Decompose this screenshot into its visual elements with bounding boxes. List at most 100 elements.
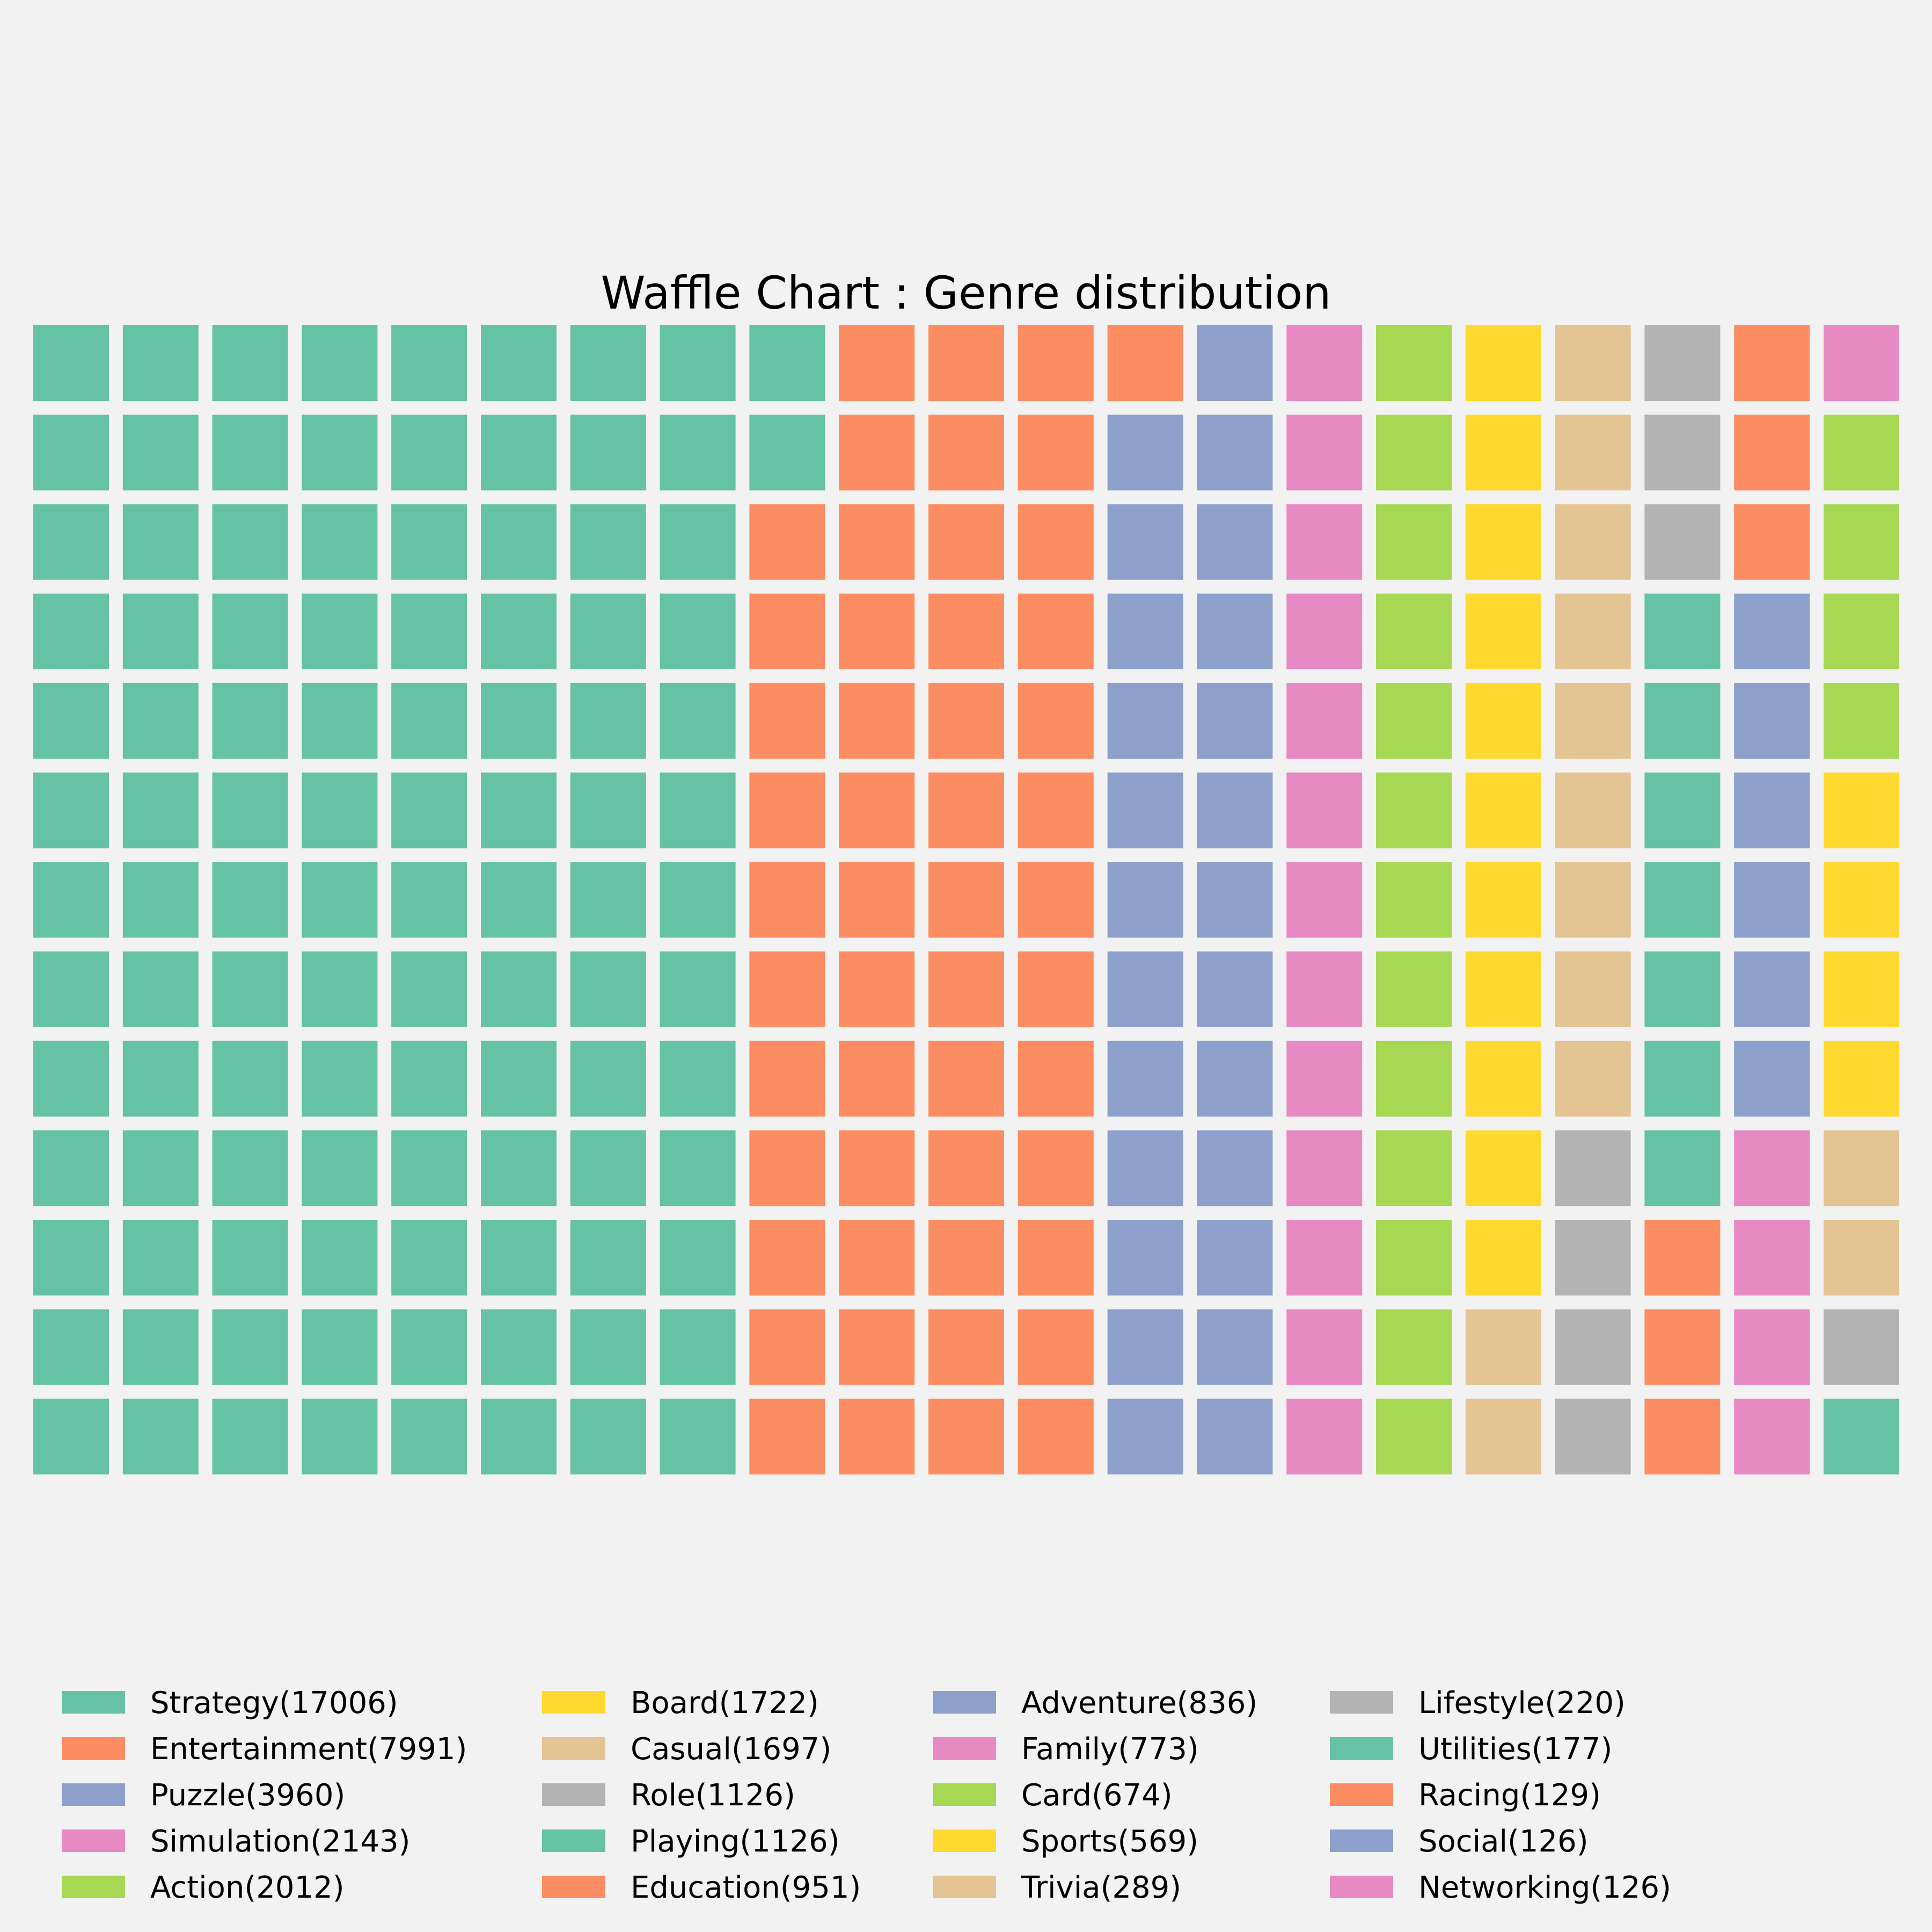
waffle-cell: [212, 862, 288, 938]
waffle-cell: [1018, 1220, 1094, 1296]
legend-item: Racing(129): [1330, 1778, 1601, 1813]
waffle-cell: [928, 772, 1004, 848]
waffle-cell: [122, 594, 199, 670]
waffle-cell: [1107, 862, 1183, 938]
waffle-cell: [302, 951, 378, 1027]
waffle-cell: [122, 1041, 199, 1117]
waffle-cell: [1107, 1309, 1183, 1385]
waffle-cell: [212, 772, 288, 848]
waffle-cell: [570, 951, 646, 1027]
waffle-cell: [1018, 325, 1094, 401]
legend-swatch: [933, 1829, 996, 1852]
waffle-cell: [212, 504, 288, 580]
waffle-cell: [391, 504, 467, 580]
legend-swatch: [542, 1783, 605, 1806]
waffle-cell: [660, 414, 736, 491]
legend-label: Entertainment(7991): [150, 1732, 467, 1767]
waffle-cell: [1824, 1309, 1899, 1385]
waffle-cell: [1197, 594, 1273, 670]
waffle-cell: [1644, 504, 1721, 580]
waffle-cell: [1465, 1220, 1541, 1296]
waffle-cell: [749, 1220, 825, 1296]
waffle-cell: [302, 683, 378, 759]
waffle-cell: [1018, 1041, 1094, 1117]
waffle-cell: [481, 325, 557, 401]
waffle-cell: [1197, 1220, 1273, 1296]
legend-item: Card(674): [933, 1778, 1173, 1813]
legend-label: Racing(129): [1418, 1778, 1601, 1813]
waffle-cell: [570, 683, 646, 759]
waffle-cell: [212, 414, 288, 491]
waffle-cell: [928, 504, 1004, 580]
waffle-cell: [660, 325, 736, 401]
waffle-cell: [570, 862, 646, 938]
waffle-cell: [1107, 594, 1183, 670]
legend-item: Education(951): [542, 1870, 861, 1905]
legend-swatch: [1330, 1783, 1393, 1806]
waffle-cell: [212, 1041, 288, 1117]
waffle-cell: [1465, 414, 1541, 491]
waffle-cell: [1824, 951, 1899, 1027]
waffle-cell: [302, 414, 378, 491]
waffle-cell: [660, 1130, 736, 1206]
waffle-cell: [212, 1399, 288, 1475]
waffle-cell: [839, 1220, 915, 1296]
waffle-cell: [839, 683, 915, 759]
waffle-cell: [122, 683, 199, 759]
waffle-cell: [1644, 1309, 1721, 1385]
legend-item: Action(2012): [62, 1870, 345, 1905]
waffle-cell: [481, 772, 557, 848]
waffle-cell: [1018, 1399, 1094, 1475]
waffle-cell: [1286, 1309, 1363, 1385]
waffle-cell: [660, 951, 736, 1027]
waffle-cell: [1107, 683, 1183, 759]
waffle-cell: [749, 862, 825, 938]
waffle-cell: [1286, 951, 1363, 1027]
waffle-cell: [1018, 504, 1094, 580]
waffle-cell: [928, 862, 1004, 938]
waffle-cell: [212, 1220, 288, 1296]
waffle-cell: [33, 772, 109, 848]
waffle-cell: [1465, 1309, 1541, 1385]
waffle-cell: [1376, 594, 1452, 670]
waffle-cell: [749, 1041, 825, 1117]
waffle-cell: [1197, 862, 1273, 938]
waffle-cell: [1376, 772, 1452, 848]
waffle-cell: [928, 1130, 1004, 1206]
waffle-cell: [1376, 1309, 1452, 1385]
waffle-cell: [1286, 414, 1363, 491]
waffle-cell: [1555, 1309, 1631, 1385]
waffle-cell: [1018, 414, 1094, 491]
waffle-chart: Waffle Chart : Genre distribution Strate…: [0, 0, 1932, 1932]
waffle-cell: [1465, 951, 1541, 1027]
waffle-cell: [481, 414, 557, 491]
legend-swatch: [933, 1737, 996, 1760]
waffle-cell: [1286, 1399, 1363, 1475]
legend-label: Sports(569): [1021, 1824, 1198, 1859]
waffle-cell: [1107, 1399, 1183, 1475]
waffle-cell: [570, 1130, 646, 1206]
waffle-cell: [1107, 414, 1183, 491]
waffle-cell: [1197, 772, 1273, 848]
waffle-cell: [1734, 683, 1810, 759]
waffle-cell: [928, 683, 1004, 759]
waffle-cell: [1286, 862, 1363, 938]
waffle-cell: [570, 1041, 646, 1117]
waffle-cell: [1824, 325, 1899, 401]
waffle-cell: [570, 414, 646, 491]
waffle-cell: [1465, 772, 1541, 848]
legend-label: Card(674): [1021, 1778, 1173, 1813]
waffle-cell: [302, 772, 378, 848]
waffle-cell: [1286, 594, 1363, 670]
waffle-cell: [391, 1130, 467, 1206]
waffle-cell: [570, 594, 646, 670]
waffle-cell: [928, 1041, 1004, 1117]
waffle-cell: [1555, 325, 1631, 401]
waffle-cell: [1197, 1130, 1273, 1206]
waffle-cell: [1465, 325, 1541, 401]
waffle-cell: [1555, 772, 1631, 848]
waffle-cell: [660, 772, 736, 848]
waffle-cell: [749, 772, 825, 848]
waffle-cell: [33, 1220, 109, 1296]
waffle-cell: [1465, 594, 1541, 670]
